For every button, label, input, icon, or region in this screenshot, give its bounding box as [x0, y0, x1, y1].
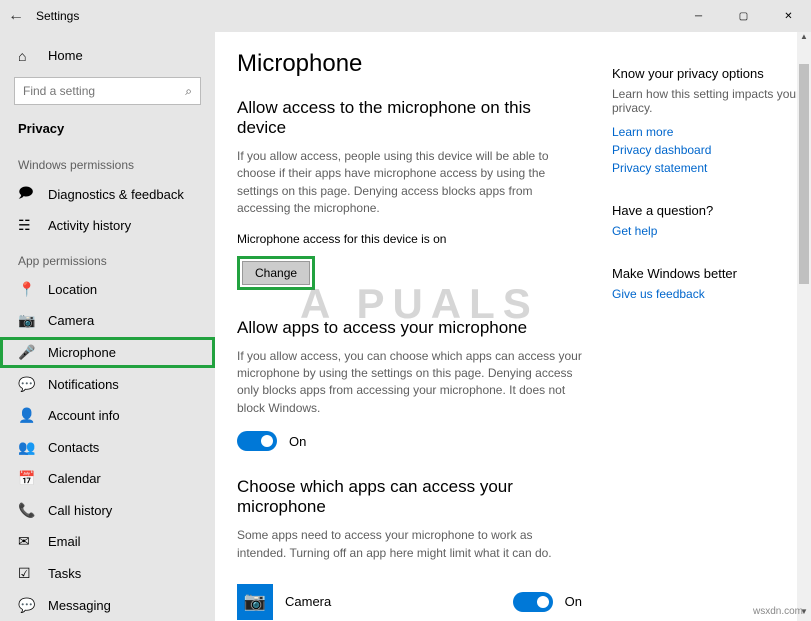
sidebar-item-camera[interactable]: 📷 Camera — [0, 305, 215, 337]
sidebar-home[interactable]: ⌂ Home — [0, 38, 215, 73]
microphone-icon: 🎤 — [18, 344, 40, 361]
allow-device-desc: If you allow access, people using this d… — [237, 148, 582, 218]
sidebar-item-label: Microphone — [48, 345, 116, 360]
window-title: Settings — [36, 9, 79, 23]
search-input[interactable] — [23, 84, 185, 98]
sidebar-item-label: Contacts — [48, 440, 99, 455]
link-learn-more[interactable]: Learn more — [612, 125, 802, 139]
sidebar-item-calendar[interactable]: 📅 Calendar — [0, 463, 215, 495]
sidebar-item-label: Diagnostics & feedback — [48, 187, 184, 202]
allow-apps-desc: If you allow access, you can choose whic… — [237, 348, 582, 418]
page-title: Microphone — [237, 50, 582, 78]
sidebar-item-tasks[interactable]: ☑ Tasks — [0, 558, 215, 590]
sidebar-item-label: Camera — [48, 313, 94, 328]
main-content: Microphone Allow access to the microphon… — [215, 32, 811, 621]
choose-apps-desc: Some apps need to access your microphone… — [237, 527, 582, 562]
sidebar-item-label: Messaging — [48, 598, 111, 613]
section-privacy: Privacy — [0, 113, 215, 146]
minimize-button[interactable]: ─ — [676, 0, 721, 32]
sidebar-item-label: Notifications — [48, 377, 119, 392]
sidebar-item-messaging[interactable]: 💬 Messaging — [0, 589, 215, 621]
scroll-up-icon[interactable]: ▲ — [797, 32, 811, 46]
app-name: Camera — [285, 594, 331, 609]
sidebar-item-notifications[interactable]: 💬 Notifications — [0, 368, 215, 400]
allow-apps-toggle[interactable] — [237, 431, 277, 451]
sidebar-item-activity[interactable]: ☵ Activity history — [0, 210, 215, 242]
toggle-label: On — [289, 434, 306, 449]
sidebar-item-callhistory[interactable]: 📞 Call history — [0, 495, 215, 527]
account-icon: 👤 — [18, 407, 40, 424]
close-button[interactable]: ✕ — [766, 0, 811, 32]
sidebar-item-label: Email — [48, 534, 81, 549]
change-button[interactable]: Change — [242, 261, 310, 285]
footer-watermark: wsxdn.com — [753, 606, 803, 617]
device-status: Microphone access for this device is on — [237, 232, 582, 246]
choose-apps-heading: Choose which apps can access your microp… — [237, 477, 582, 517]
feedback-icon: 🗩 — [18, 182, 40, 206]
section-windows-permissions: Windows permissions — [0, 146, 215, 178]
camera-icon: 📷 — [18, 312, 40, 329]
change-button-highlight: Change — [237, 256, 315, 290]
sidebar-item-diagnostics[interactable]: 🗩 Diagnostics & feedback — [0, 178, 215, 210]
title-bar: ← Settings ─ ▢ ✕ — [0, 0, 811, 32]
home-icon: ⌂ — [18, 48, 40, 64]
allow-apps-heading: Allow apps to access your microphone — [237, 318, 582, 338]
better-heading: Make Windows better — [612, 266, 802, 281]
location-icon: 📍 — [18, 281, 40, 298]
know-privacy-heading: Know your privacy options — [612, 66, 802, 81]
sidebar-item-label: Calendar — [48, 471, 101, 486]
know-privacy-desc: Learn how this setting impacts your priv… — [612, 87, 802, 115]
search-icon: ⌕ — [185, 84, 192, 99]
sidebar-item-label: Account info — [48, 408, 120, 423]
sidebar-item-label: Activity history — [48, 218, 131, 233]
notifications-icon: 💬 — [18, 376, 40, 393]
sidebar-item-label: Location — [48, 282, 97, 297]
right-column: Know your privacy options Learn how this… — [612, 50, 802, 621]
link-get-help[interactable]: Get help — [612, 224, 802, 238]
allow-device-heading: Allow access to the microphone on this d… — [237, 98, 582, 138]
calendar-icon: 📅 — [18, 470, 40, 487]
app-icon-camera: 📷 — [237, 584, 273, 620]
app-row-camera: 📷 Camera On — [237, 576, 582, 621]
question-heading: Have a question? — [612, 203, 802, 218]
sidebar-item-account[interactable]: 👤 Account info — [0, 400, 215, 432]
toggle-label: On — [565, 594, 582, 609]
app-toggle-camera[interactable] — [513, 592, 553, 612]
link-privacy-dashboard[interactable]: Privacy dashboard — [612, 143, 802, 157]
link-feedback[interactable]: Give us feedback — [612, 287, 802, 301]
tasks-icon: ☑ — [18, 565, 40, 582]
scrollbar-thumb[interactable] — [799, 64, 809, 284]
sidebar: ⌂ Home ⌕ Privacy Windows permissions 🗩 D… — [0, 32, 215, 621]
contacts-icon: 👥 — [18, 439, 40, 456]
email-icon: ✉ — [18, 533, 40, 550]
messaging-icon: 💬 — [18, 597, 40, 614]
maximize-button[interactable]: ▢ — [721, 0, 766, 32]
sidebar-item-email[interactable]: ✉ Email — [0, 526, 215, 558]
sidebar-item-label: Tasks — [48, 566, 81, 581]
scrollbar[interactable]: ▲ ▼ — [797, 32, 811, 621]
section-app-permissions: App permissions — [0, 242, 215, 274]
call-icon: 📞 — [18, 502, 40, 519]
window-controls: ─ ▢ ✕ — [676, 0, 811, 32]
sidebar-item-location[interactable]: 📍 Location — [0, 274, 215, 306]
sidebar-item-microphone[interactable]: 🎤 Microphone — [0, 337, 215, 369]
search-box[interactable]: ⌕ — [14, 77, 201, 105]
sidebar-item-label: Call history — [48, 503, 112, 518]
history-icon: ☵ — [18, 217, 40, 234]
sidebar-item-contacts[interactable]: 👥 Contacts — [0, 431, 215, 463]
sidebar-item-label: Home — [48, 48, 83, 63]
back-button[interactable]: ← — [0, 7, 32, 25]
link-privacy-statement[interactable]: Privacy statement — [612, 161, 802, 175]
